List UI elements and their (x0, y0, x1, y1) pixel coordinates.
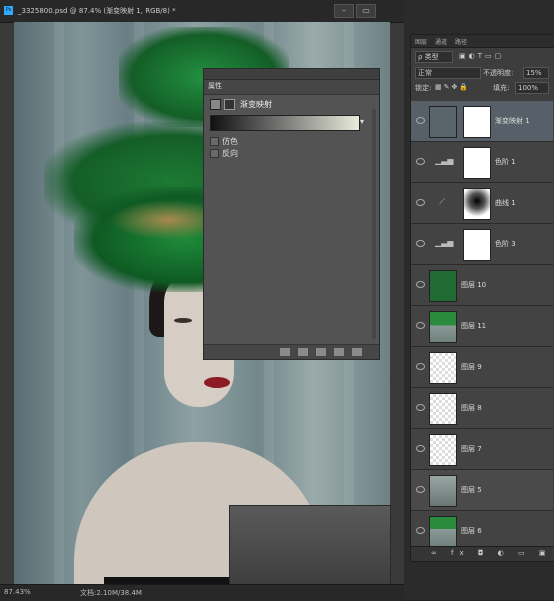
gradient-map-icon (429, 106, 457, 138)
eye-icon[interactable] (416, 117, 425, 124)
layer-thumb (429, 434, 457, 466)
eye-icon[interactable] (416, 445, 425, 452)
adjustment-title: 渐变映射 (240, 100, 272, 109)
tab-channels[interactable]: 通道 (435, 37, 447, 46)
layer-name: 图层 8 (461, 404, 482, 412)
document-tab[interactable]: Ps _3325800.psd @ 87.4% (渐变映射 1, RGB/8) … (0, 0, 404, 23)
doc-size-readout: 文档:2.10M/38.4M (80, 589, 142, 597)
fill-label: 填充: (493, 84, 510, 92)
eye-icon[interactable] (416, 199, 425, 206)
status-bar: 87.43% 文档:2.10M/38.4M (0, 584, 404, 601)
panel-scrollbar[interactable] (372, 109, 376, 339)
photoshop-icon: Ps (4, 6, 13, 15)
properties-tab[interactable]: 属性 (208, 81, 222, 91)
mask-icon[interactable] (224, 99, 235, 110)
layer-thumb (429, 352, 457, 384)
layers-panel: 图层 通道 路径 ρ 类型 ▣◐T▭▢ 正常 不透明度: 15% 锁定: ▦✎✥… (410, 34, 554, 562)
eye-icon[interactable] (416, 158, 425, 165)
view-previous-icon[interactable] (298, 348, 308, 356)
layer-mask-thumb[interactable] (463, 229, 491, 261)
fill-input[interactable]: 100% (515, 82, 549, 94)
chevron-down-icon[interactable]: ▾ (360, 117, 364, 126)
layer-thumb (429, 311, 457, 343)
layer-thumb (429, 393, 457, 425)
layer-mask-thumb[interactable] (463, 147, 491, 179)
layer-mask-thumb[interactable] (463, 188, 491, 220)
layer-row[interactable]: ▁▃▅ 色阶 1 (411, 142, 553, 183)
reset-icon[interactable] (316, 348, 326, 356)
adjustment-header: 渐变映射 (210, 97, 370, 111)
layer-row[interactable]: 图层 10 (411, 265, 553, 306)
layer-row[interactable]: 图层 7 (411, 429, 553, 470)
opacity-input[interactable]: 15% (523, 67, 549, 79)
eye-icon[interactable] (416, 363, 425, 370)
clip-to-layer-icon[interactable] (280, 348, 290, 356)
levels-icon: ▁▃▅ (435, 238, 454, 247)
gradient-bar[interactable] (210, 115, 360, 131)
blend-mode-select[interactable]: 正常 (415, 67, 481, 79)
minimize-button[interactable]: – (334, 4, 354, 18)
lock-label: 锁定: (415, 84, 432, 92)
layer-name: 图层 6 (461, 527, 482, 535)
eye-icon[interactable] (416, 322, 425, 329)
restore-button[interactable]: ▭ (356, 4, 376, 18)
properties-panel: 属性 渐变映射 ▾ 仿色 反向 (203, 68, 380, 360)
curves-icon: ⟋ (439, 197, 445, 206)
layer-thumb (429, 475, 457, 507)
layer-mask-thumb[interactable] (463, 106, 491, 138)
layer-name: 色阶 3 (495, 240, 516, 248)
layer-row[interactable]: ⟋ 曲线 1 (411, 183, 553, 224)
layer-name: 图层 5 (461, 486, 482, 494)
reverse-label: 反向 (222, 149, 238, 158)
layer-row[interactable]: 图层 9 (411, 347, 553, 388)
tab-paths[interactable]: 路径 (455, 37, 467, 46)
filter-icons[interactable]: ▣◐T▭▢ (459, 52, 504, 60)
model-lips (204, 377, 230, 388)
tab-layers[interactable]: 图层 (415, 37, 427, 46)
document-title: _3325800.psd @ 87.4% (渐变映射 1, RGB/8) * (18, 7, 176, 15)
layer-row[interactable]: 图层 5 (411, 470, 553, 511)
layer-thumb (429, 516, 457, 548)
layer-footer-icons[interactable]: ∞ fx ◘ ◐ ▭ ▣ 🗑 (431, 549, 554, 557)
adjustment-icon (210, 99, 221, 110)
layers-footer: ∞ fx ◘ ◐ ▭ ▣ 🗑 (411, 546, 554, 561)
lock-icons[interactable]: ▦✎✥🔒 (435, 83, 470, 91)
panel-grip[interactable] (204, 69, 379, 80)
layer-filter-select[interactable]: ρ 类型 (415, 51, 453, 63)
eye-icon[interactable] (416, 527, 425, 534)
properties-tabbar (204, 80, 379, 95)
eye-icon[interactable] (416, 486, 425, 493)
levels-icon: ▁▃▅ (435, 156, 454, 165)
backdrop-fold (54, 22, 64, 584)
reverse-checkbox[interactable] (210, 149, 219, 158)
layer-name: 渐变映射 1 (495, 117, 530, 125)
visibility-icon[interactable] (334, 348, 344, 356)
opacity-label: 不透明度: (483, 69, 514, 77)
layer-name: 图层 9 (461, 363, 482, 371)
layer-row[interactable]: 渐变映射 1 (411, 101, 553, 142)
layer-row[interactable]: 图层 8 (411, 388, 553, 429)
navigator-overlay (229, 505, 391, 592)
layer-thumb (429, 270, 457, 302)
layer-name: 图层 7 (461, 445, 482, 453)
layer-row[interactable]: ▁▃▅ 色阶 3 (411, 224, 553, 265)
zoom-readout[interactable]: 87.43% (4, 588, 31, 596)
layer-name: 图层 10 (461, 281, 487, 289)
properties-footer (204, 344, 379, 359)
layer-name: 图层 11 (461, 322, 487, 330)
layers-tabbar: 图层 通道 路径 (411, 35, 554, 48)
model-eye (174, 318, 192, 323)
trash-icon[interactable] (352, 348, 362, 356)
layer-row[interactable]: 图层 11 (411, 306, 553, 347)
eye-icon[interactable] (416, 240, 425, 247)
eye-icon[interactable] (416, 404, 425, 411)
layer-name: 色阶 1 (495, 158, 516, 166)
dither-checkbox[interactable] (210, 137, 219, 146)
eye-icon[interactable] (416, 281, 425, 288)
dither-label: 仿色 (222, 137, 238, 146)
layer-name: 曲线 1 (495, 199, 516, 207)
